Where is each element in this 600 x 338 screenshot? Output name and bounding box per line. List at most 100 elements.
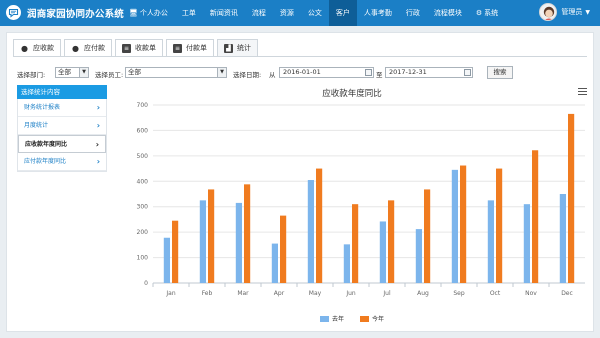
bar-0-9[interactable] — [487, 200, 494, 283]
bar-0-3[interactable] — [271, 243, 278, 283]
nav-item-2[interactable]: 新闻资讯 — [203, 0, 245, 26]
x-tick-label: Mar — [237, 290, 249, 297]
sidebar-header: 选择统计内容 — [17, 85, 107, 99]
user-name[interactable]: 管理员 — [561, 7, 582, 17]
date-to-label: 至 — [376, 71, 383, 79]
bar-0-6[interactable] — [379, 221, 386, 283]
nav-item-1[interactable]: 工单 — [175, 0, 203, 26]
staff-select[interactable]: 全部 ▼ — [125, 67, 227, 78]
nav-item-3[interactable]: 流程 — [245, 0, 273, 26]
dept-select-value: 全部 — [58, 68, 71, 76]
bar-0-2[interactable] — [235, 202, 242, 283]
sidebar-item-1[interactable]: 月度统计 › — [18, 117, 106, 135]
y-tick-label: 300 — [137, 204, 149, 211]
bar-0-4[interactable] — [307, 180, 314, 283]
y-tick-label: 100 — [137, 255, 149, 262]
tab-label: 应收款 — [33, 44, 54, 52]
bar-1-0[interactable] — [172, 220, 179, 283]
tab-4[interactable]: ▟ 统计 — [217, 39, 258, 57]
bar-0-11[interactable] — [559, 194, 566, 283]
dept-select[interactable]: 全部 ▼ — [55, 67, 89, 78]
nav-item-label: 客户 — [335, 9, 350, 17]
staff-select-value: 全部 — [128, 68, 141, 76]
bar-1-11[interactable] — [568, 113, 575, 284]
bar-0-10[interactable] — [523, 204, 530, 283]
hamburger-menu-icon[interactable] — [578, 88, 587, 96]
user-menu[interactable]: 管理员 ▼ — [539, 3, 590, 21]
chevron-down-icon[interactable]: ▼ — [217, 68, 226, 77]
bar-0-0[interactable] — [163, 237, 170, 283]
date-to-input[interactable]: 2017-12-31 — [385, 67, 473, 78]
nav-item-8[interactable]: 行政 — [399, 0, 427, 26]
nav-item-5[interactable]: 公文 — [301, 0, 329, 26]
bar-0-1[interactable] — [199, 200, 206, 283]
bar-1-4[interactable] — [316, 168, 323, 283]
search-button[interactable]: 搜索 — [487, 66, 513, 79]
bar-1-3[interactable] — [280, 215, 287, 283]
nav-item-0[interactable]: 🖥 个人办公 — [122, 0, 175, 26]
sidebar-item-0[interactable]: 财务统计报表 › — [18, 99, 106, 117]
x-tick-label: Jan — [165, 290, 175, 297]
nav-item-6[interactable]: 客户 — [328, 0, 357, 26]
calendar-icon[interactable] — [464, 69, 471, 76]
drop-icon: ● — [21, 43, 28, 53]
tab-3[interactable]: ≡ 付款单 — [166, 39, 214, 57]
nav-item-10[interactable]: ⚙ 系统 — [469, 0, 505, 26]
filter-bar: 选择部门: 全部 ▼ 选择员工: 全部 ▼ 选择日期: 从 2016-01-01… — [17, 66, 587, 80]
bar-1-9[interactable] — [496, 168, 503, 283]
sidebar-item-2[interactable]: 应收款年度同比 › — [18, 135, 106, 153]
chevron-right-icon: › — [96, 121, 100, 130]
nav-item-9[interactable]: 流程模块 — [427, 0, 469, 26]
bar-1-7[interactable] — [424, 189, 431, 283]
bar-0-7[interactable] — [415, 229, 422, 283]
tab-bar: ● 应收款 ● 应付款 ≡ 收款单 ≡ 付款单 ▟ 统计 — [13, 39, 261, 57]
chevron-right-icon: › — [96, 103, 100, 112]
x-tick-label: Jul — [382, 290, 391, 297]
nav-item-label: 资源 — [279, 9, 294, 17]
x-tick-label: Oct — [490, 290, 501, 297]
bar-1-5[interactable] — [352, 204, 359, 283]
dept-label: 选择部门: — [17, 71, 46, 79]
chevron-down-icon[interactable]: ▼ — [79, 68, 88, 77]
bar-chart: 0 100 200 300 400 500 600 700 Jan Feb Mar Apr May Jun… — [137, 102, 585, 297]
bar-1-1[interactable] — [208, 189, 215, 283]
chart-legend: 去年 今年 — [113, 314, 591, 323]
nav-item-label: 新闻资讯 — [209, 9, 238, 17]
x-tick-label: Sep — [453, 290, 465, 297]
legend-item-1[interactable]: 今年 — [360, 314, 384, 323]
top-navigation-bar: 润商家园协同办公系统 🖥 个人办公 工单 新闻资讯 流程 资源 公文 客户 人事考勤 行政 流程模块… — [0, 0, 600, 26]
tab-0[interactable]: ● 应收款 — [13, 39, 61, 57]
sidebar-item-label: 应收款年度同比 — [25, 141, 68, 148]
nav-item-label: 流程 — [251, 9, 266, 17]
nav-item-4[interactable]: 资源 — [273, 0, 301, 26]
chart-icon: ▟ — [224, 43, 233, 53]
doc-icon: ≡ — [122, 43, 131, 53]
nav-item-label: 人事考勤 — [363, 9, 392, 17]
nav-item-7[interactable]: 人事考勤 — [357, 0, 399, 26]
bar-1-2[interactable] — [244, 184, 251, 283]
date-from-input[interactable]: 2016-01-01 — [279, 67, 374, 78]
app-logo[interactable]: 润商家园协同办公系统 — [6, 5, 124, 20]
x-tick-label: Apr — [274, 290, 285, 297]
nav-item-label: 公文 — [307, 9, 322, 17]
x-tick-label: Jun — [345, 290, 356, 297]
bar-1-8[interactable] — [460, 165, 467, 283]
legend-label: 去年 — [331, 316, 344, 323]
bar-1-10[interactable] — [532, 150, 539, 283]
sidebar-item-3[interactable]: 应付款年度同比 › — [18, 153, 106, 171]
legend-swatch — [319, 315, 329, 322]
nav-item-label: 系统 — [484, 9, 499, 17]
sidebar-list: 财务统计报表 › 月度统计 › 应收款年度同比 › 应付款年度同比 › — [17, 99, 107, 172]
bar-0-5[interactable] — [343, 244, 350, 283]
avatar[interactable] — [539, 3, 558, 21]
calendar-icon[interactable] — [365, 69, 372, 76]
sidebar-item-label: 月度统计 — [24, 122, 49, 129]
tab-1[interactable]: ● 应付款 — [64, 39, 112, 57]
tab-2[interactable]: ≡ 收款单 — [115, 39, 163, 57]
nav-item-label: 个人办公 — [139, 9, 168, 17]
chevron-down-icon[interactable]: ▼ — [585, 9, 590, 16]
bar-0-8[interactable] — [451, 169, 458, 283]
bar-1-6[interactable] — [388, 200, 395, 283]
x-tick-label: Feb — [202, 290, 213, 297]
legend-item-0[interactable]: 去年 — [319, 314, 344, 323]
